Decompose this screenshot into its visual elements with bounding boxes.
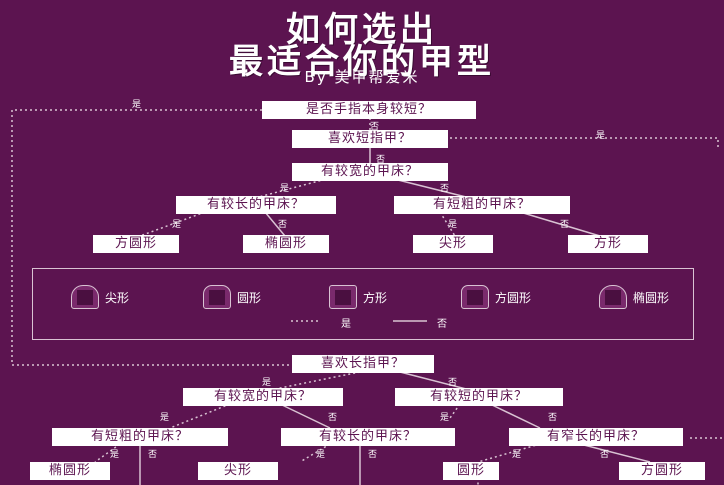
legend-label: 椭圆形 <box>633 290 670 305</box>
node-like-long-nails: 喜欢长指甲？ <box>292 355 434 373</box>
legend-oval: 椭圆形 <box>599 285 669 309</box>
label-no: 否 <box>548 413 558 423</box>
solid-line-key <box>393 320 427 322</box>
oval-nail-icon <box>599 285 627 309</box>
result-square-round-2: 方圆形 <box>619 462 705 480</box>
label-yes: 是 <box>448 220 458 230</box>
result-square-round: 方圆形 <box>93 235 179 253</box>
legend-label: 圆形 <box>237 290 262 305</box>
label-no: 否 <box>370 122 380 132</box>
square-nail-icon <box>329 285 357 309</box>
node-longer-nail-bed: 有较长的甲床？ <box>176 196 336 214</box>
label-yes: 是 <box>316 450 326 460</box>
label-no: 否 <box>560 220 570 230</box>
label-yes: 是 <box>110 450 120 460</box>
legend-label: 方形 <box>363 290 388 305</box>
legend-label: 方圆形 <box>495 290 532 305</box>
legend-square-round: 方圆形 <box>461 285 531 309</box>
label-no: 否 <box>440 184 450 194</box>
legend-yes-key: 是 <box>341 319 351 330</box>
result-pointed: 尖形 <box>413 235 493 253</box>
node-own-finger-short: 是否手指本身较短？ <box>262 101 476 119</box>
label-yes: 是 <box>262 378 272 388</box>
label-no: 否 <box>600 450 610 460</box>
node-short-thick-nail-bed: 有短粗的甲床？ <box>394 196 570 214</box>
label-no: 否 <box>278 220 288 230</box>
result-pointed-2: 尖形 <box>198 462 278 480</box>
node-shorter-nail-bed: 有较短的甲床？ <box>395 388 563 406</box>
pointed-nail-icon <box>71 285 99 309</box>
label-yes: 是 <box>160 413 170 423</box>
label-no: 否 <box>376 155 386 165</box>
node-short-thick-nail-bed-2: 有短粗的甲床？ <box>52 428 228 446</box>
result-oval-2: 椭圆形 <box>30 462 110 480</box>
legend-label: 尖形 <box>105 290 130 305</box>
label-no: 否 <box>368 450 378 460</box>
node-longer-nail-bed-2: 有较长的甲床？ <box>281 428 455 446</box>
result-oval: 椭圆形 <box>243 235 329 253</box>
square-round-nail-icon <box>461 285 489 309</box>
round-nail-icon <box>203 285 231 309</box>
nail-shape-legend: 尖形 圆形 方形 方圆形 椭圆形 是 否 <box>32 268 694 340</box>
node-like-short-nails: 喜欢短指甲？ <box>292 130 448 148</box>
legend-round: 圆形 <box>203 285 261 309</box>
label-yes: 是 <box>172 220 182 230</box>
label-no: 否 <box>148 450 158 460</box>
node-narrow-long-nail-bed: 有窄长的甲床？ <box>509 428 683 446</box>
legend-square: 方形 <box>329 285 387 309</box>
label-yes: 是 <box>596 131 606 141</box>
node-wider-nail-bed-2: 有较宽的甲床？ <box>183 388 343 406</box>
result-round-2: 圆形 <box>443 462 499 480</box>
label-yes: 是 <box>132 100 142 110</box>
legend-no-key: 否 <box>437 319 447 330</box>
label-yes: 是 <box>440 413 450 423</box>
label-no: 否 <box>448 378 458 388</box>
label-yes: 是 <box>512 450 522 460</box>
label-no: 否 <box>328 413 338 423</box>
legend-pointed: 尖形 <box>71 285 129 309</box>
result-square: 方形 <box>568 235 648 253</box>
node-wider-nail-bed: 有较宽的甲床？ <box>292 163 448 181</box>
label-yes: 是 <box>280 184 290 194</box>
